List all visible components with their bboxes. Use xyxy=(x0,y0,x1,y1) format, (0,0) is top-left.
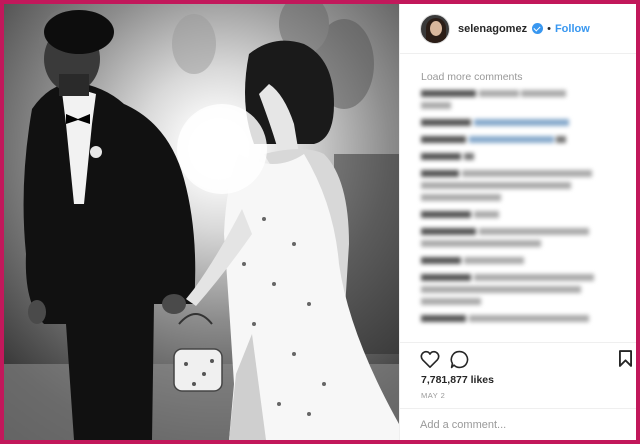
bookmark-icon[interactable] xyxy=(619,350,632,372)
likes-count[interactable]: 7,781,877 likes xyxy=(421,374,494,386)
avatar[interactable] xyxy=(420,13,450,44)
post-side-panel: selenagomez • Follow Load more comments xyxy=(399,4,636,440)
comment-bubble-icon[interactable] xyxy=(450,350,469,374)
separator-dot: • xyxy=(547,22,551,35)
add-comment-input[interactable] xyxy=(420,419,620,431)
comment-item xyxy=(421,117,621,129)
comments-list xyxy=(421,88,621,330)
comment-item xyxy=(421,134,621,146)
purse xyxy=(173,313,223,392)
comment-item xyxy=(421,151,621,163)
post-frame: selenagomez • Follow Load more comments xyxy=(4,4,636,440)
comment-item xyxy=(421,272,621,308)
comment-item xyxy=(421,88,621,112)
comment-item xyxy=(421,168,621,204)
follow-button[interactable]: Follow xyxy=(555,23,590,35)
comment-item xyxy=(421,313,621,325)
heart-icon[interactable] xyxy=(420,350,440,373)
post-photo[interactable] xyxy=(4,4,399,440)
post-date[interactable]: MAY 2 xyxy=(421,391,445,400)
post-header: selenagomez • Follow xyxy=(400,4,636,54)
verified-badge-icon xyxy=(532,23,544,34)
photo-illustration xyxy=(4,4,399,440)
comment-item xyxy=(421,209,621,221)
load-more-comments-link[interactable]: Load more comments xyxy=(421,71,523,83)
comment-item xyxy=(421,255,621,267)
username-link[interactable]: selenagomez xyxy=(458,23,527,35)
comment-item xyxy=(421,226,621,250)
post-actions-bar xyxy=(400,342,636,372)
add-comment-bar xyxy=(400,408,636,440)
